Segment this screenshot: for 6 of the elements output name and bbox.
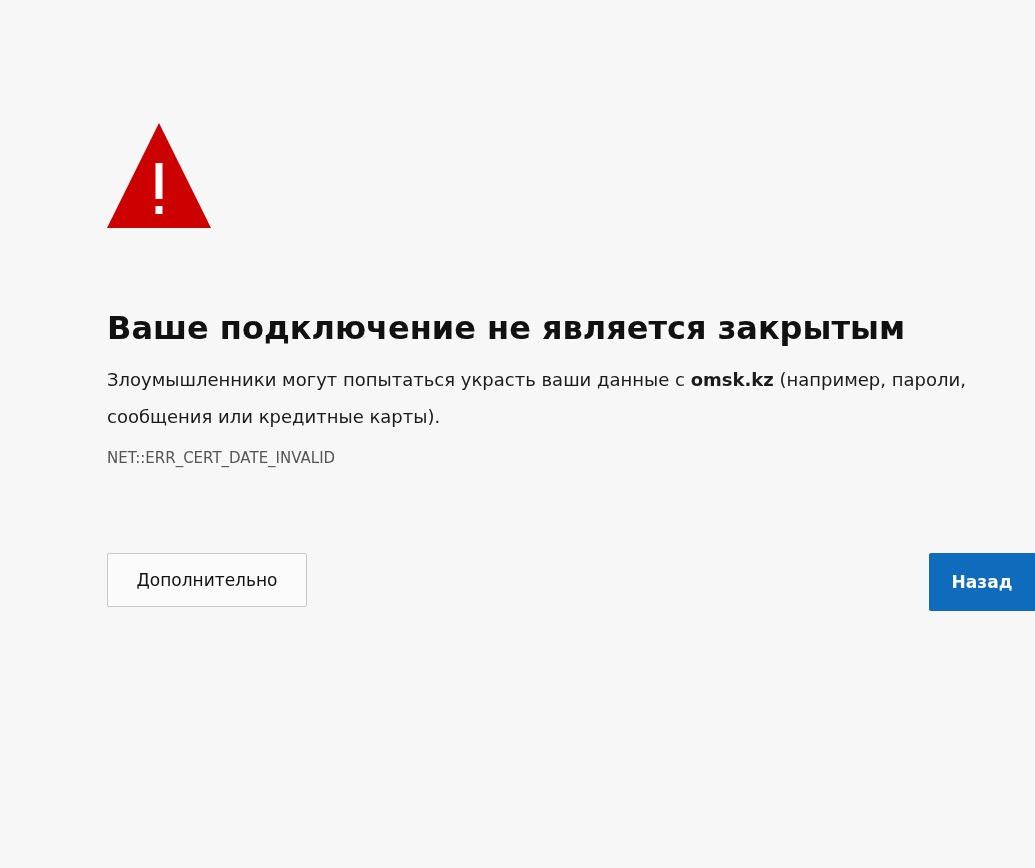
error-code: NET::ERR_CERT_DATE_INVALID	[107, 449, 336, 467]
error-message: Злоумышленники могут попытаться украсть ваши данные с omsk.kz (например, пароли, сообщения или кредитные карты).	[107, 368, 967, 429]
page-heading: Ваше подключение не является закрытым	[107, 308, 907, 349]
back-button[interactable]: Назад	[929, 553, 1035, 611]
advanced-button[interactable]: Дополнительно	[107, 553, 307, 607]
warning-icon	[107, 123, 211, 228]
